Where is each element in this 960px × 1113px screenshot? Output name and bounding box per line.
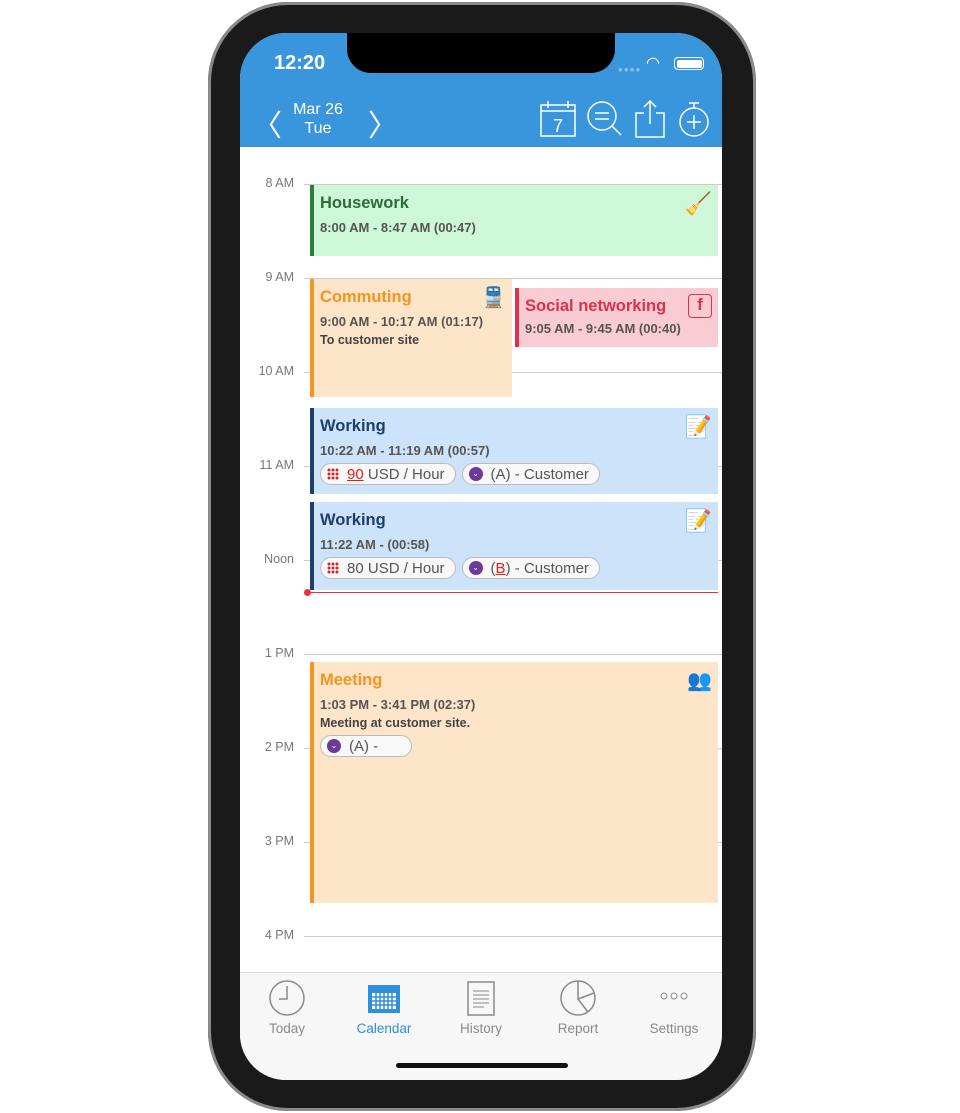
rate-chip[interactable]: 90 USD / Hour <box>320 463 456 485</box>
edit-list-icon: 📝 <box>684 414 712 439</box>
clock-icon <box>269 980 305 1016</box>
event-title: Working <box>320 511 386 529</box>
client-text: ) - Customer <box>505 465 589 483</box>
tab-label: Calendar <box>356 1021 412 1036</box>
tab-label: History <box>459 1021 502 1036</box>
client-letter: B <box>495 559 506 577</box>
rate-unit: USD / Hour <box>367 559 445 577</box>
event-title: Working <box>320 417 386 435</box>
status-time: 12:20 <box>274 52 326 74</box>
grid-icon <box>327 562 339 574</box>
event-working-2[interactable]: Working 11:22 AM - (00:58) 80 USD / Hour… <box>310 502 718 590</box>
calendar-icon <box>368 985 400 1013</box>
hour-label: 10 AM <box>258 364 294 378</box>
zoom-out-icon[interactable] <box>586 100 624 138</box>
pie-chart-icon <box>560 980 596 1016</box>
client-chip[interactable]: ⌄ (A) - Customer <box>461 463 600 485</box>
chevron-down-icon: ⌄ <box>468 561 483 575</box>
timer-add-icon[interactable] <box>675 100 713 138</box>
hour-label: 4 PM <box>264 928 294 942</box>
hour-label: 2 PM <box>264 740 294 754</box>
home-indicator[interactable] <box>396 1063 568 1068</box>
svg-text:7: 7 <box>553 116 563 136</box>
rate-chip[interactable]: 80 USD / Hour <box>320 557 456 579</box>
event-working-1[interactable]: Working 10:22 AM - 11:19 AM (00:57) 90 U… <box>310 408 718 494</box>
date-label: Mar 26 <box>293 101 343 118</box>
tab-calendar[interactable]: Calendar <box>339 979 429 1036</box>
notch <box>347 33 615 73</box>
train-icon: 🚆 <box>481 287 506 309</box>
broom-icon: 🧹 <box>684 191 712 216</box>
event-title: Housework <box>320 194 409 212</box>
chevron-down-icon: ⌄ <box>468 467 483 481</box>
hour-label: 9 AM <box>265 270 295 284</box>
prev-day-button[interactable]: 〈 <box>252 101 282 145</box>
facebook-icon: f <box>688 294 712 318</box>
event-time: 9:00 AM - 10:17 AM (01:17) <box>320 314 484 329</box>
event-time: 11:22 AM - (00:58) <box>320 537 430 552</box>
event-time: 10:22 AM - 11:19 AM (00:57) <box>320 443 490 458</box>
tab-label: Report <box>557 1021 599 1036</box>
client-chip[interactable]: ⌄ (A) - <box>320 735 412 757</box>
hour-line <box>304 936 722 937</box>
wifi-icon: ◠ <box>646 55 660 72</box>
chevron-down-icon: ⌄ <box>327 739 341 753</box>
battery-icon <box>674 57 704 70</box>
notepad-icon <box>467 981 495 1016</box>
grid-icon <box>327 468 339 480</box>
tab-report[interactable]: Report <box>533 979 623 1036</box>
header: 12:20 ●●●● ◠ 〈 Mar 26 Tue 〉 7 <box>240 33 722 147</box>
tab-label: Today <box>268 1021 306 1036</box>
people-icon: 👥 <box>687 670 712 692</box>
rate-value: 80 <box>347 559 364 577</box>
hour-label: 11 AM <box>259 458 294 472</box>
event-commuting[interactable]: Commuting 9:00 AM - 10:17 AM (01:17) To … <box>310 279 512 397</box>
tab-label: Settings <box>649 1021 699 1036</box>
rate-value: 90 <box>347 465 364 483</box>
edit-list-icon: 📝 <box>684 508 712 533</box>
event-social-networking[interactable]: Social networking 9:05 AM - 9:45 AM (00:… <box>515 288 718 347</box>
event-time: 9:05 AM - 9:45 AM (00:40) <box>525 321 681 336</box>
client-text: (A) - <box>349 737 379 755</box>
event-note: Meeting at customer site. <box>320 716 471 730</box>
screen: 12:20 ●●●● ◠ 〈 Mar 26 Tue 〉 7 8 AM 9 AM 1… <box>240 33 722 1080</box>
share-icon[interactable] <box>631 100 669 138</box>
next-day-button[interactable]: 〉 <box>368 101 398 145</box>
tab-history[interactable]: History <box>436 979 526 1036</box>
date-display[interactable]: Mar 26 Tue <box>280 100 356 138</box>
event-time: 8:00 AM - 8:47 AM (00:47) <box>320 220 476 235</box>
client-letter: A <box>495 465 506 483</box>
tab-today[interactable]: Today <box>242 979 332 1036</box>
event-housework[interactable]: Housework 8:00 AM - 8:47 AM (00:47) 🧹 <box>310 185 718 256</box>
hour-label: Noon <box>264 552 294 566</box>
event-meeting[interactable]: Meeting 1:03 PM - 3:41 PM (02:37) Meetin… <box>310 662 718 903</box>
client-chip[interactable]: ⌄ (B) - Customer <box>461 557 600 579</box>
tab-settings[interactable]: Settings <box>629 979 719 1036</box>
event-time: 1:03 PM - 3:41 PM (02:37) <box>320 697 476 712</box>
calendar-today-icon[interactable]: 7 <box>539 100 577 138</box>
hour-label: 1 PM <box>264 646 294 660</box>
event-note: To customer site <box>320 333 420 347</box>
signal-icon: ●●●● <box>618 65 642 74</box>
rate-unit: USD / Hour <box>367 465 445 483</box>
current-time-dot <box>304 589 311 596</box>
weekday-label: Tue <box>304 120 332 137</box>
hour-line <box>304 654 722 655</box>
current-time-line <box>304 592 718 593</box>
more-icon <box>660 992 688 1000</box>
client-text: ) - Customer <box>505 559 589 577</box>
hour-label: 8 AM <box>265 176 295 190</box>
event-title: Meeting <box>320 671 383 689</box>
hour-label: 3 PM <box>264 834 294 848</box>
